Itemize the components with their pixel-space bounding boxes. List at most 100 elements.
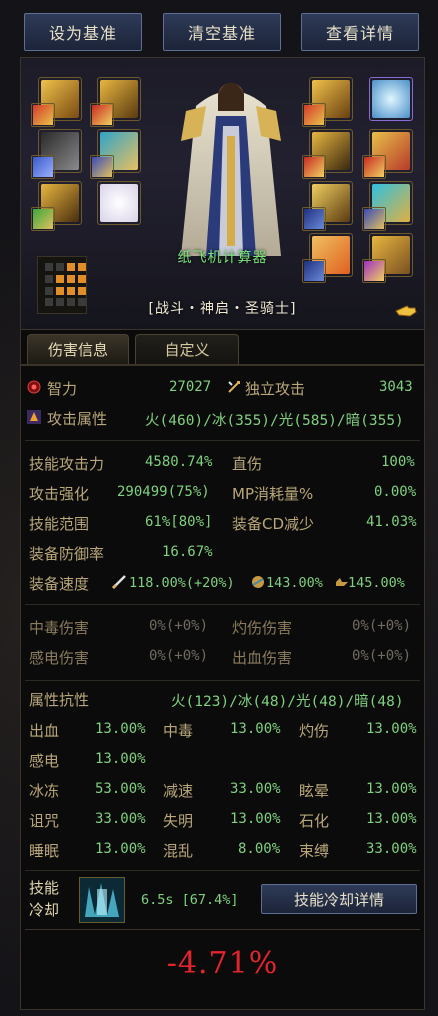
- equip-cdr-label: 装备CD减少: [232, 515, 315, 533]
- freeze-resist-label: 冰冻: [29, 782, 60, 800]
- equip-slot-aura[interactable]: [369, 77, 413, 121]
- confuse-resist-label: 混乱: [163, 842, 194, 860]
- attack-speed-value: 118.00%(+20%): [129, 575, 235, 591]
- attack-boost-label: 攻击强化: [29, 485, 90, 503]
- independent-attack-icon: [228, 381, 240, 393]
- emblem-slot[interactable]: [362, 207, 386, 231]
- emblem-slot[interactable]: [31, 103, 55, 127]
- bind-resist-value: 33.00%: [366, 841, 417, 857]
- move-speed-value: 145.00%: [348, 575, 405, 591]
- intelligence-icon: [27, 380, 41, 394]
- skill-range-label: 技能范围: [29, 515, 90, 533]
- blind-resist-value: 13.00%: [230, 811, 281, 827]
- equip-cdr-value: 41.03%: [366, 514, 417, 530]
- pointer-hand-icon[interactable]: [395, 303, 417, 317]
- character-figure: [181, 82, 281, 256]
- skill-attack-value: 4580.74%: [145, 454, 213, 470]
- emblem-slot[interactable]: [90, 103, 114, 127]
- skill-range-value: 61%[80%]: [145, 514, 213, 530]
- emblem-slot[interactable]: [302, 103, 326, 127]
- view-details-label: 查看详情: [325, 24, 394, 43]
- slow-resist-value: 33.00%: [230, 781, 281, 797]
- set-baseline-button[interactable]: 设为基准: [24, 13, 142, 51]
- equip-speed-label: 装备速度: [29, 575, 90, 593]
- element-attack-label: 攻击属性: [47, 410, 108, 428]
- skill-cooldown-value: 6.5s [67.4%]: [141, 892, 239, 908]
- character-panel: 纸飞机计算器 [战斗・神启・圣骑士] 伤害信息 自定义 智力 27027 独立攻…: [20, 57, 425, 1010]
- tab-custom[interactable]: 自定义: [135, 334, 239, 364]
- divider: [25, 440, 420, 441]
- stun-resist-value: 13.00%: [366, 781, 417, 797]
- character-name: 纸飞机计算器: [177, 250, 268, 266]
- direct-damage-value: 100%: [381, 454, 415, 470]
- equip-defense-label: 装备防御率: [29, 545, 105, 563]
- intelligence-value: 27027: [169, 379, 212, 395]
- shock-damage-value: 0%(+0%): [149, 648, 209, 664]
- emblem-slot[interactable]: [90, 155, 114, 179]
- skill-cooldown-label: 技能 冷却: [29, 877, 59, 921]
- burn-damage-value: 0%(+0%): [352, 618, 412, 634]
- emblem-slot[interactable]: [31, 155, 55, 179]
- skill-cooldown-details-label: 技能冷却详情: [293, 890, 384, 909]
- shock-damage-label: 感电伤害: [29, 649, 90, 667]
- divider: [25, 604, 420, 605]
- element-attack-value: 火(460)/冰(355)/光(585)/暗(355): [145, 413, 404, 429]
- emblem-slot[interactable]: [302, 155, 326, 179]
- bleed-resist-value: 13.00%: [95, 721, 146, 737]
- sleep-resist-label: 睡眠: [29, 842, 60, 860]
- cast-speed-icon: [252, 576, 264, 588]
- skill-icon[interactable]: [79, 877, 125, 923]
- burn-damage-label: 灼伤伤害: [232, 619, 293, 637]
- attack-boost-value: 290499(75%): [117, 484, 210, 500]
- independent-attack-value: 3043: [379, 379, 413, 395]
- bleed-damage-value: 0%(+0%): [352, 648, 412, 664]
- curse-resist-label: 诅咒: [29, 812, 60, 830]
- emblem-slot[interactable]: [362, 155, 386, 179]
- element-attack-icon: [27, 410, 41, 424]
- clear-baseline-button[interactable]: 清空基准: [163, 13, 281, 51]
- emblem-slot[interactable]: [31, 207, 55, 231]
- skill-cooldown-label-line1: 技能: [29, 879, 60, 897]
- emblem-slot[interactable]: [302, 207, 326, 231]
- independent-attack-label: 独立攻击: [245, 380, 306, 398]
- curse-resist-value: 33.00%: [95, 811, 146, 827]
- mp-cost-value: 0.00%: [374, 484, 417, 500]
- tab-label: 伤害信息: [47, 341, 108, 359]
- burn-resist-value: 13.00%: [366, 721, 417, 737]
- equip-slot-creature[interactable]: [97, 181, 141, 225]
- poison-resist-value: 13.00%: [230, 721, 281, 737]
- view-details-button[interactable]: 查看详情: [301, 13, 419, 51]
- intelligence-label: 智力: [47, 380, 78, 398]
- bind-resist-label: 束缚: [299, 842, 330, 860]
- bleed-damage-label: 出血伤害: [232, 649, 293, 667]
- sleep-resist-value: 13.00%: [95, 841, 146, 857]
- shock-resist-label: 感电: [29, 752, 60, 770]
- resist-title: 属性抗性: [29, 691, 90, 709]
- character-class: [战斗・神启・圣骑士]: [148, 301, 297, 317]
- skill-cooldown-label-line2: 冷却: [29, 901, 60, 919]
- element-resist-value: 火(123)/冰(48)/光(48)/暗(48): [171, 694, 404, 710]
- cast-speed-value: 143.00%: [266, 575, 323, 591]
- tab-damage-info[interactable]: 伤害信息: [27, 334, 129, 364]
- total-damage-change: -4.71%: [166, 946, 279, 981]
- stone-resist-value: 13.00%: [366, 811, 417, 827]
- direct-damage-label: 直伤: [232, 455, 263, 473]
- poison-damage-value: 0%(+0%): [149, 618, 209, 634]
- poison-damage-label: 中毒伤害: [29, 619, 90, 637]
- stone-resist-label: 石化: [299, 812, 330, 830]
- set-baseline-label: 设为基准: [48, 24, 117, 43]
- clear-baseline-label: 清空基准: [187, 24, 256, 43]
- poison-resist-label: 中毒: [163, 722, 194, 740]
- mp-cost-label: MP消耗量%: [232, 485, 314, 503]
- tab-divider: [21, 364, 424, 366]
- stun-resist-label: 眩晕: [299, 782, 330, 800]
- skill-attack-label: 技能攻击力: [29, 455, 105, 473]
- freeze-resist-value: 53.00%: [95, 781, 146, 797]
- divider: [25, 680, 420, 681]
- slow-resist-label: 减速: [163, 782, 194, 800]
- skill-cooldown-details-button[interactable]: 技能冷却详情: [261, 884, 417, 914]
- equipment-view: 纸飞机计算器 [战斗・神启・圣骑士]: [21, 58, 424, 330]
- shock-resist-value: 13.00%: [95, 751, 146, 767]
- confuse-resist-value: 8.00%: [238, 841, 281, 857]
- bleed-resist-label: 出血: [29, 722, 60, 740]
